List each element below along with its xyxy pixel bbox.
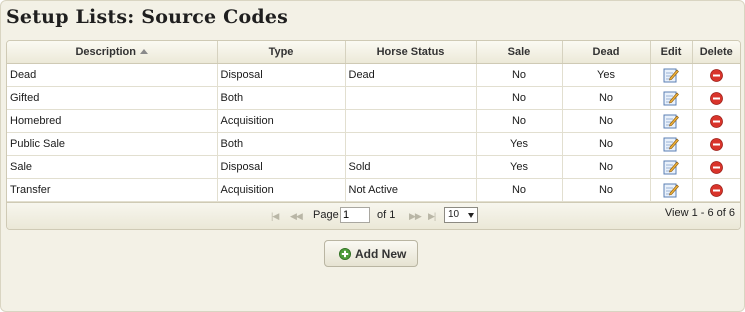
- cell-edit: [650, 132, 693, 156]
- table-row: Gifted Both No No: [7, 86, 740, 110]
- cell-edit: [650, 178, 693, 202]
- cell-type: Disposal: [217, 63, 346, 87]
- delete-minus-icon[interactable]: [709, 68, 723, 82]
- page-number-input[interactable]: [340, 207, 370, 223]
- column-header-label: Description: [75, 46, 136, 58]
- table-header-row: Description Type Horse Status Sale Dead …: [7, 41, 740, 64]
- source-codes-table: Description Type Horse Status Sale Dead …: [7, 41, 740, 202]
- cell-delete: [692, 86, 740, 110]
- column-header-description[interactable]: Description: [7, 41, 218, 64]
- page-size-value: 10: [448, 209, 460, 220]
- cell-horse-status: [345, 132, 477, 156]
- cell-type: Acquisition: [217, 109, 346, 133]
- prev-page-icon[interactable]: ◀◀: [290, 211, 303, 222]
- cell-dead: No: [562, 109, 651, 133]
- edit-pencil-icon[interactable]: [663, 182, 679, 198]
- table-row: Homebred Acquisition No No: [7, 109, 740, 133]
- cell-edit: [650, 155, 693, 179]
- cell-dead: Yes: [562, 63, 651, 87]
- source-codes-grid: Description Type Horse Status Sale Dead …: [6, 40, 741, 230]
- cell-dead: No: [562, 178, 651, 202]
- cell-sale: No: [476, 109, 563, 133]
- cell-edit: [650, 109, 693, 133]
- column-header-edit: Edit: [650, 41, 693, 64]
- cell-delete: [692, 63, 740, 87]
- edit-pencil-icon[interactable]: [663, 90, 679, 106]
- page-count-label: of 1: [377, 209, 396, 221]
- cell-delete: [692, 109, 740, 133]
- cell-description: Dead: [7, 63, 218, 87]
- delete-minus-icon[interactable]: [709, 160, 723, 174]
- table-row: Transfer Acquisition Not Active No No: [7, 178, 740, 202]
- delete-minus-icon[interactable]: [709, 91, 723, 105]
- column-header-type[interactable]: Type: [217, 41, 346, 64]
- add-plus-icon: [339, 248, 351, 260]
- page-label: Page: [313, 209, 339, 221]
- cell-horse-status: Sold: [345, 155, 477, 179]
- cell-delete: [692, 178, 740, 202]
- cell-type: Acquisition: [217, 178, 346, 202]
- cell-description: Sale: [7, 155, 218, 179]
- edit-pencil-icon[interactable]: [663, 159, 679, 175]
- cell-delete: [692, 132, 740, 156]
- table-row: Dead Disposal Dead No Yes: [7, 63, 740, 87]
- cell-description: Homebred: [7, 109, 218, 133]
- last-page-icon[interactable]: ▶|: [428, 211, 436, 222]
- cell-type: Both: [217, 132, 346, 156]
- cell-delete: [692, 155, 740, 179]
- page-title: Setup Lists: Source Codes: [6, 6, 289, 28]
- cell-horse-status: Not Active: [345, 178, 477, 202]
- cell-type: Both: [217, 86, 346, 110]
- cell-horse-status: Dead: [345, 63, 477, 87]
- delete-minus-icon[interactable]: [709, 114, 723, 128]
- setup-panel: Setup Lists: Source Codes Description Ty…: [0, 0, 745, 312]
- cell-dead: No: [562, 155, 651, 179]
- cell-edit: [650, 63, 693, 87]
- column-header-horse-status[interactable]: Horse Status: [345, 41, 477, 64]
- add-new-label: Add New: [355, 247, 407, 261]
- cell-sale: No: [476, 63, 563, 87]
- cell-horse-status: [345, 109, 477, 133]
- next-page-icon[interactable]: ▶▶: [409, 211, 422, 222]
- edit-pencil-icon[interactable]: [663, 113, 679, 129]
- column-header-dead[interactable]: Dead: [562, 41, 651, 64]
- delete-minus-icon[interactable]: [709, 137, 723, 151]
- cell-sale: Yes: [476, 132, 563, 156]
- sort-ascending-icon: [140, 49, 148, 54]
- table-row: Sale Disposal Sold Yes No: [7, 155, 740, 179]
- delete-minus-icon[interactable]: [709, 183, 723, 197]
- table-row: Public Sale Both Yes No: [7, 132, 740, 156]
- cell-edit: [650, 86, 693, 110]
- cell-dead: No: [562, 132, 651, 156]
- cell-description: Gifted: [7, 86, 218, 110]
- column-header-delete: Delete: [692, 41, 740, 64]
- first-page-icon[interactable]: |◀: [271, 211, 279, 222]
- add-new-button[interactable]: Add New: [324, 240, 418, 267]
- cell-description: Transfer: [7, 178, 218, 202]
- pager-bar: |◀ ◀◀ Page of 1 ▶▶ ▶| 10 View 1 - 6 of 6: [7, 202, 740, 229]
- page-size-select[interactable]: 10: [444, 207, 478, 223]
- cell-sale: No: [476, 86, 563, 110]
- chevron-down-icon: [468, 213, 474, 218]
- cell-sale: No: [476, 178, 563, 202]
- cell-sale: Yes: [476, 155, 563, 179]
- cell-dead: No: [562, 86, 651, 110]
- edit-pencil-icon[interactable]: [663, 67, 679, 83]
- cell-description: Public Sale: [7, 132, 218, 156]
- records-count-label: View 1 - 6 of 6: [664, 207, 735, 219]
- cell-type: Disposal: [217, 155, 346, 179]
- cell-horse-status: [345, 86, 477, 110]
- edit-pencil-icon[interactable]: [663, 136, 679, 152]
- column-header-sale[interactable]: Sale: [476, 41, 563, 64]
